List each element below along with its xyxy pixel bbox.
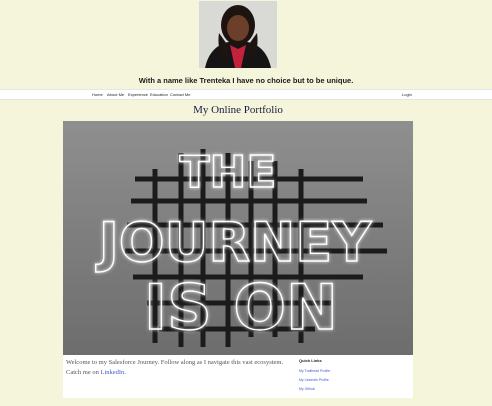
neon-line-3: IS ON — [144, 271, 338, 344]
page-title: My Online Portfolio — [193, 104, 283, 116]
trailhead-profile-link[interactable]: My Trailhead Profile — [299, 369, 409, 373]
quick-links-title: Quick Links — [299, 358, 322, 363]
nav-education[interactable]: Education — [150, 92, 168, 97]
neon-line-2: JOURNEY — [95, 211, 373, 274]
welcome-text: Welcome to my Salesforce Journey. Follow… — [66, 358, 291, 378]
nav-about-me[interactable]: About Me — [107, 92, 124, 97]
top-navbar: Home About Me Experience Education Conta… — [0, 89, 492, 100]
profile-photo — [199, 1, 277, 68]
linkedin-link[interactable]: LinkedIn — [100, 369, 124, 376]
content-panel: Welcome to my Salesforce Journey. Follow… — [63, 355, 413, 398]
github-link[interactable]: My Github — [299, 387, 409, 391]
nav-experience[interactable]: Experience — [128, 92, 148, 97]
neon-line-1: THE — [180, 147, 277, 198]
welcome-end: . — [124, 369, 126, 376]
hero-image: THE JOURNEY IS ON — [63, 121, 413, 355]
tagline: With a name like Trenteka I have no choi… — [138, 76, 354, 85]
linkedin-profile-link[interactable]: My LinkedIn Profile — [299, 378, 409, 382]
welcome-body: Welcome to my Salesforce Journey. Follow… — [66, 359, 284, 376]
quick-links: Quick Links My Trailhead Profile My Link… — [299, 358, 409, 396]
nav-contact-me[interactable]: Contact Me — [170, 92, 190, 97]
login-link[interactable]: Login — [402, 92, 412, 97]
nav-home[interactable]: Home — [92, 92, 103, 97]
